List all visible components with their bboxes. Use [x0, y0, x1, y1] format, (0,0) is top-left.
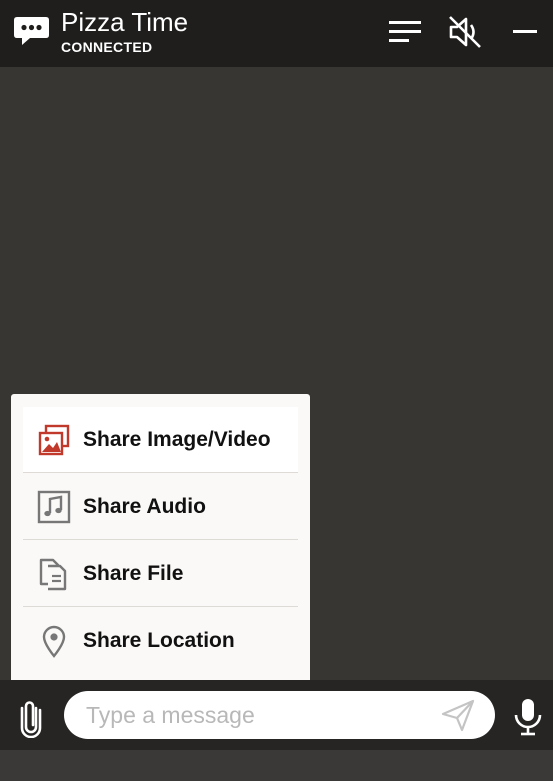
composer-bar	[0, 680, 553, 781]
connection-status: CONNECTED	[61, 39, 153, 55]
share-menu: Share Image/Video Share Audio Share File…	[11, 394, 310, 686]
chat-header: Pizza Time CONNECTED	[0, 0, 553, 67]
message-box	[64, 691, 495, 739]
menu-divider	[23, 539, 298, 540]
menu-divider	[23, 606, 298, 607]
menu-icon[interactable]	[387, 14, 423, 50]
paperclip-icon[interactable]	[14, 698, 48, 738]
chat-bubble-icon	[14, 17, 49, 45]
file-icon	[39, 558, 67, 591]
minimize-icon[interactable]	[507, 14, 543, 50]
speaker-muted-icon[interactable]	[447, 14, 483, 50]
music-note-icon	[37, 490, 71, 524]
share-image-video-label: Share Image/Video	[83, 428, 271, 451]
image-icon	[38, 424, 70, 456]
share-file-option[interactable]: Share File	[23, 541, 298, 607]
menu-divider	[23, 472, 298, 473]
share-image-video-option[interactable]: Share Image/Video	[23, 407, 298, 473]
message-input[interactable]	[86, 691, 426, 739]
footer-background	[0, 750, 553, 781]
microphone-icon[interactable]	[510, 696, 546, 738]
send-icon[interactable]	[440, 697, 476, 733]
share-audio-option[interactable]: Share Audio	[23, 474, 298, 540]
share-location-label: Share Location	[83, 629, 235, 652]
share-audio-label: Share Audio	[83, 495, 206, 518]
location-pin-icon	[42, 625, 66, 658]
chat-title: Pizza Time	[61, 7, 189, 37]
share-location-option[interactable]: Share Location	[23, 608, 298, 674]
share-file-label: Share File	[83, 562, 184, 585]
